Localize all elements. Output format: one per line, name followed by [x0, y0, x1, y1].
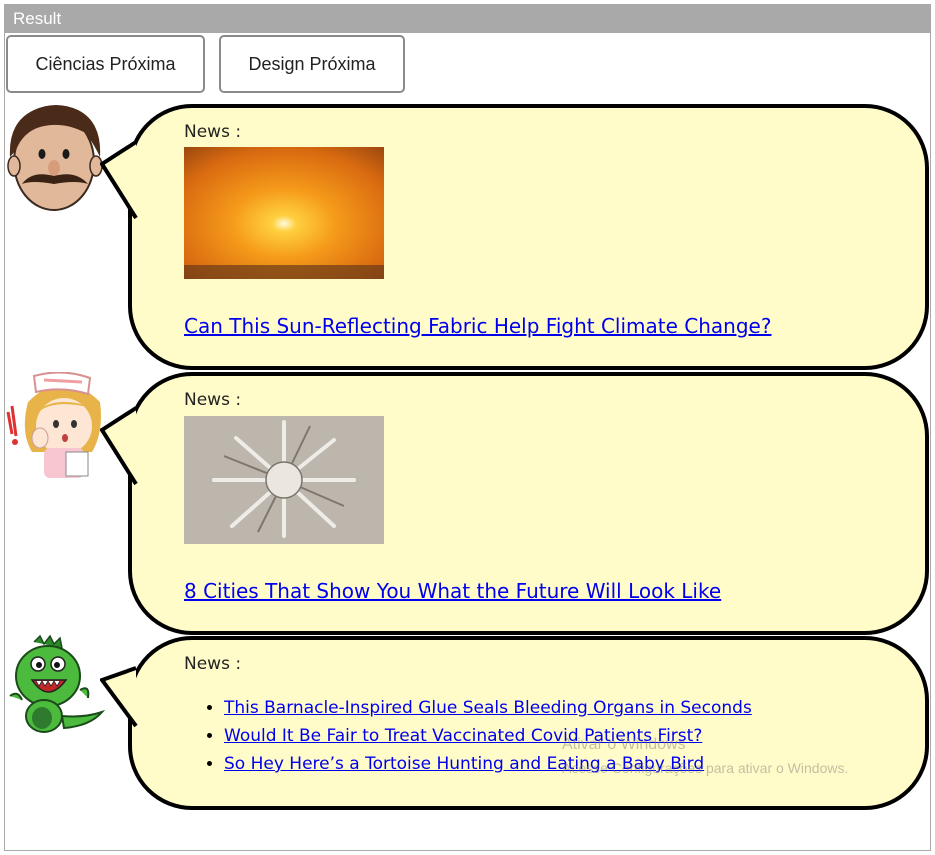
news-label: News :: [184, 654, 242, 674]
design-proxima-button[interactable]: Design Próxima: [219, 35, 405, 93]
ciencias-proxima-button[interactable]: Ciências Próxima: [6, 35, 205, 93]
nurse-girl-icon: [6, 372, 101, 478]
news-bubble-1: News : Can This Sun-Reflecting Fabric He…: [128, 104, 929, 370]
news-bubble-3: News : This Barnacle-Inspired Glue Seals…: [128, 636, 929, 810]
list-item: This Barnacle-Inspired Glue Seals Bleedi…: [224, 694, 752, 722]
mustache-man-icon: [7, 105, 103, 211]
green-dinosaur-icon: [9, 634, 106, 733]
headline-link-1[interactable]: Can This Sun-Reflecting Fabric Help Figh…: [184, 314, 771, 338]
windows-watermark-title: Ativar o Windows: [562, 736, 686, 753]
bubble-tail-2: [100, 406, 138, 486]
futuristic-city-model-photo: [184, 416, 384, 544]
sunset-photo: [184, 147, 384, 279]
bubble-tail-3: [100, 666, 138, 728]
windows-watermark-text: Acesse Configurações para ativar o Windo…: [562, 760, 849, 776]
news-bubble-2: News : 8 Cities That Show You What the F…: [128, 372, 929, 635]
news-label: News :: [184, 122, 242, 142]
headline-link-2[interactable]: 8 Cities That Show You What the Future W…: [184, 579, 721, 603]
result-header: Result: [5, 5, 930, 33]
news-link[interactable]: This Barnacle-Inspired Glue Seals Bleedi…: [224, 698, 752, 718]
news-label: News :: [184, 390, 242, 410]
bubble-tail-1: [100, 140, 138, 220]
